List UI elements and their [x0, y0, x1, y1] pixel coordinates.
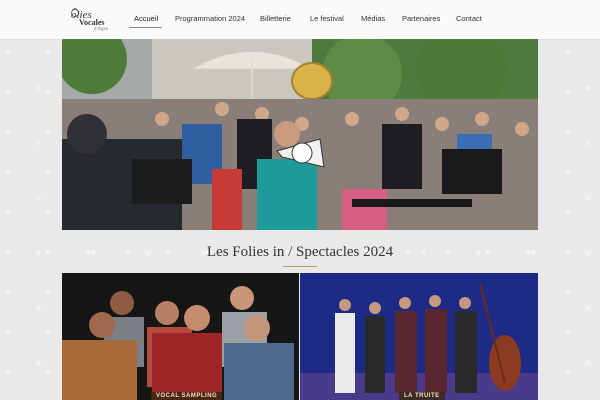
- nav-item-medias[interactable]: Médias: [361, 14, 385, 23]
- la-truite-photo-illustration: [300, 273, 538, 400]
- vocal-sampling-photo-illustration: [62, 273, 299, 400]
- title-divider: [283, 266, 317, 267]
- section-title: Les Folies in / Spectacles 2024: [206, 244, 394, 260]
- hero-image: [62, 39, 538, 230]
- active-nav-underline: [129, 27, 162, 28]
- nav-item-accueil[interactable]: Accueil: [134, 14, 158, 23]
- nav-item-programmation[interactable]: Programmation 2024: [175, 14, 245, 23]
- show-card-vocal-sampling[interactable]: VOCAL SAMPLING: [62, 273, 299, 400]
- main-nav: Accueil Programmation 2024 Billetterie L…: [0, 0, 600, 39]
- nav-item-le-festival[interactable]: Le festival: [310, 14, 344, 23]
- crowd-photo-illustration: [62, 39, 538, 230]
- card-caption: VOCAL SAMPLING: [151, 392, 223, 400]
- card-caption: LA TRUITE: [399, 392, 445, 400]
- nav-item-billetterie[interactable]: Billetterie: [260, 14, 291, 23]
- nav-item-partenaires[interactable]: Partenaires: [402, 14, 440, 23]
- top-navbar: olies Vocales d'Agen Accueil Programmati…: [0, 0, 600, 40]
- nav-item-contact[interactable]: Contact: [456, 14, 482, 23]
- show-card-la-truite[interactable]: LA TRUITE: [300, 273, 538, 400]
